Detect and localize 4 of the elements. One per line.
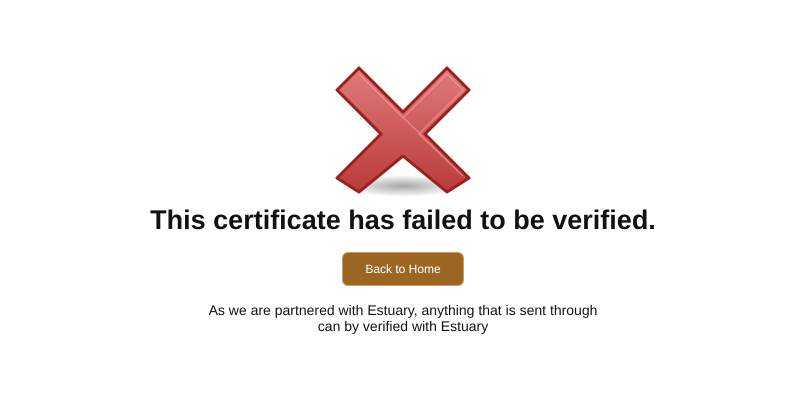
heading: This certificate has failed to be verified. [150,204,656,236]
cross-icon [333,66,473,198]
back-to-home-button[interactable]: Back to Home [342,252,464,286]
message-text: As we are partnered with Estuary, anything that is sent through can by verified with Estuary [208,302,598,334]
